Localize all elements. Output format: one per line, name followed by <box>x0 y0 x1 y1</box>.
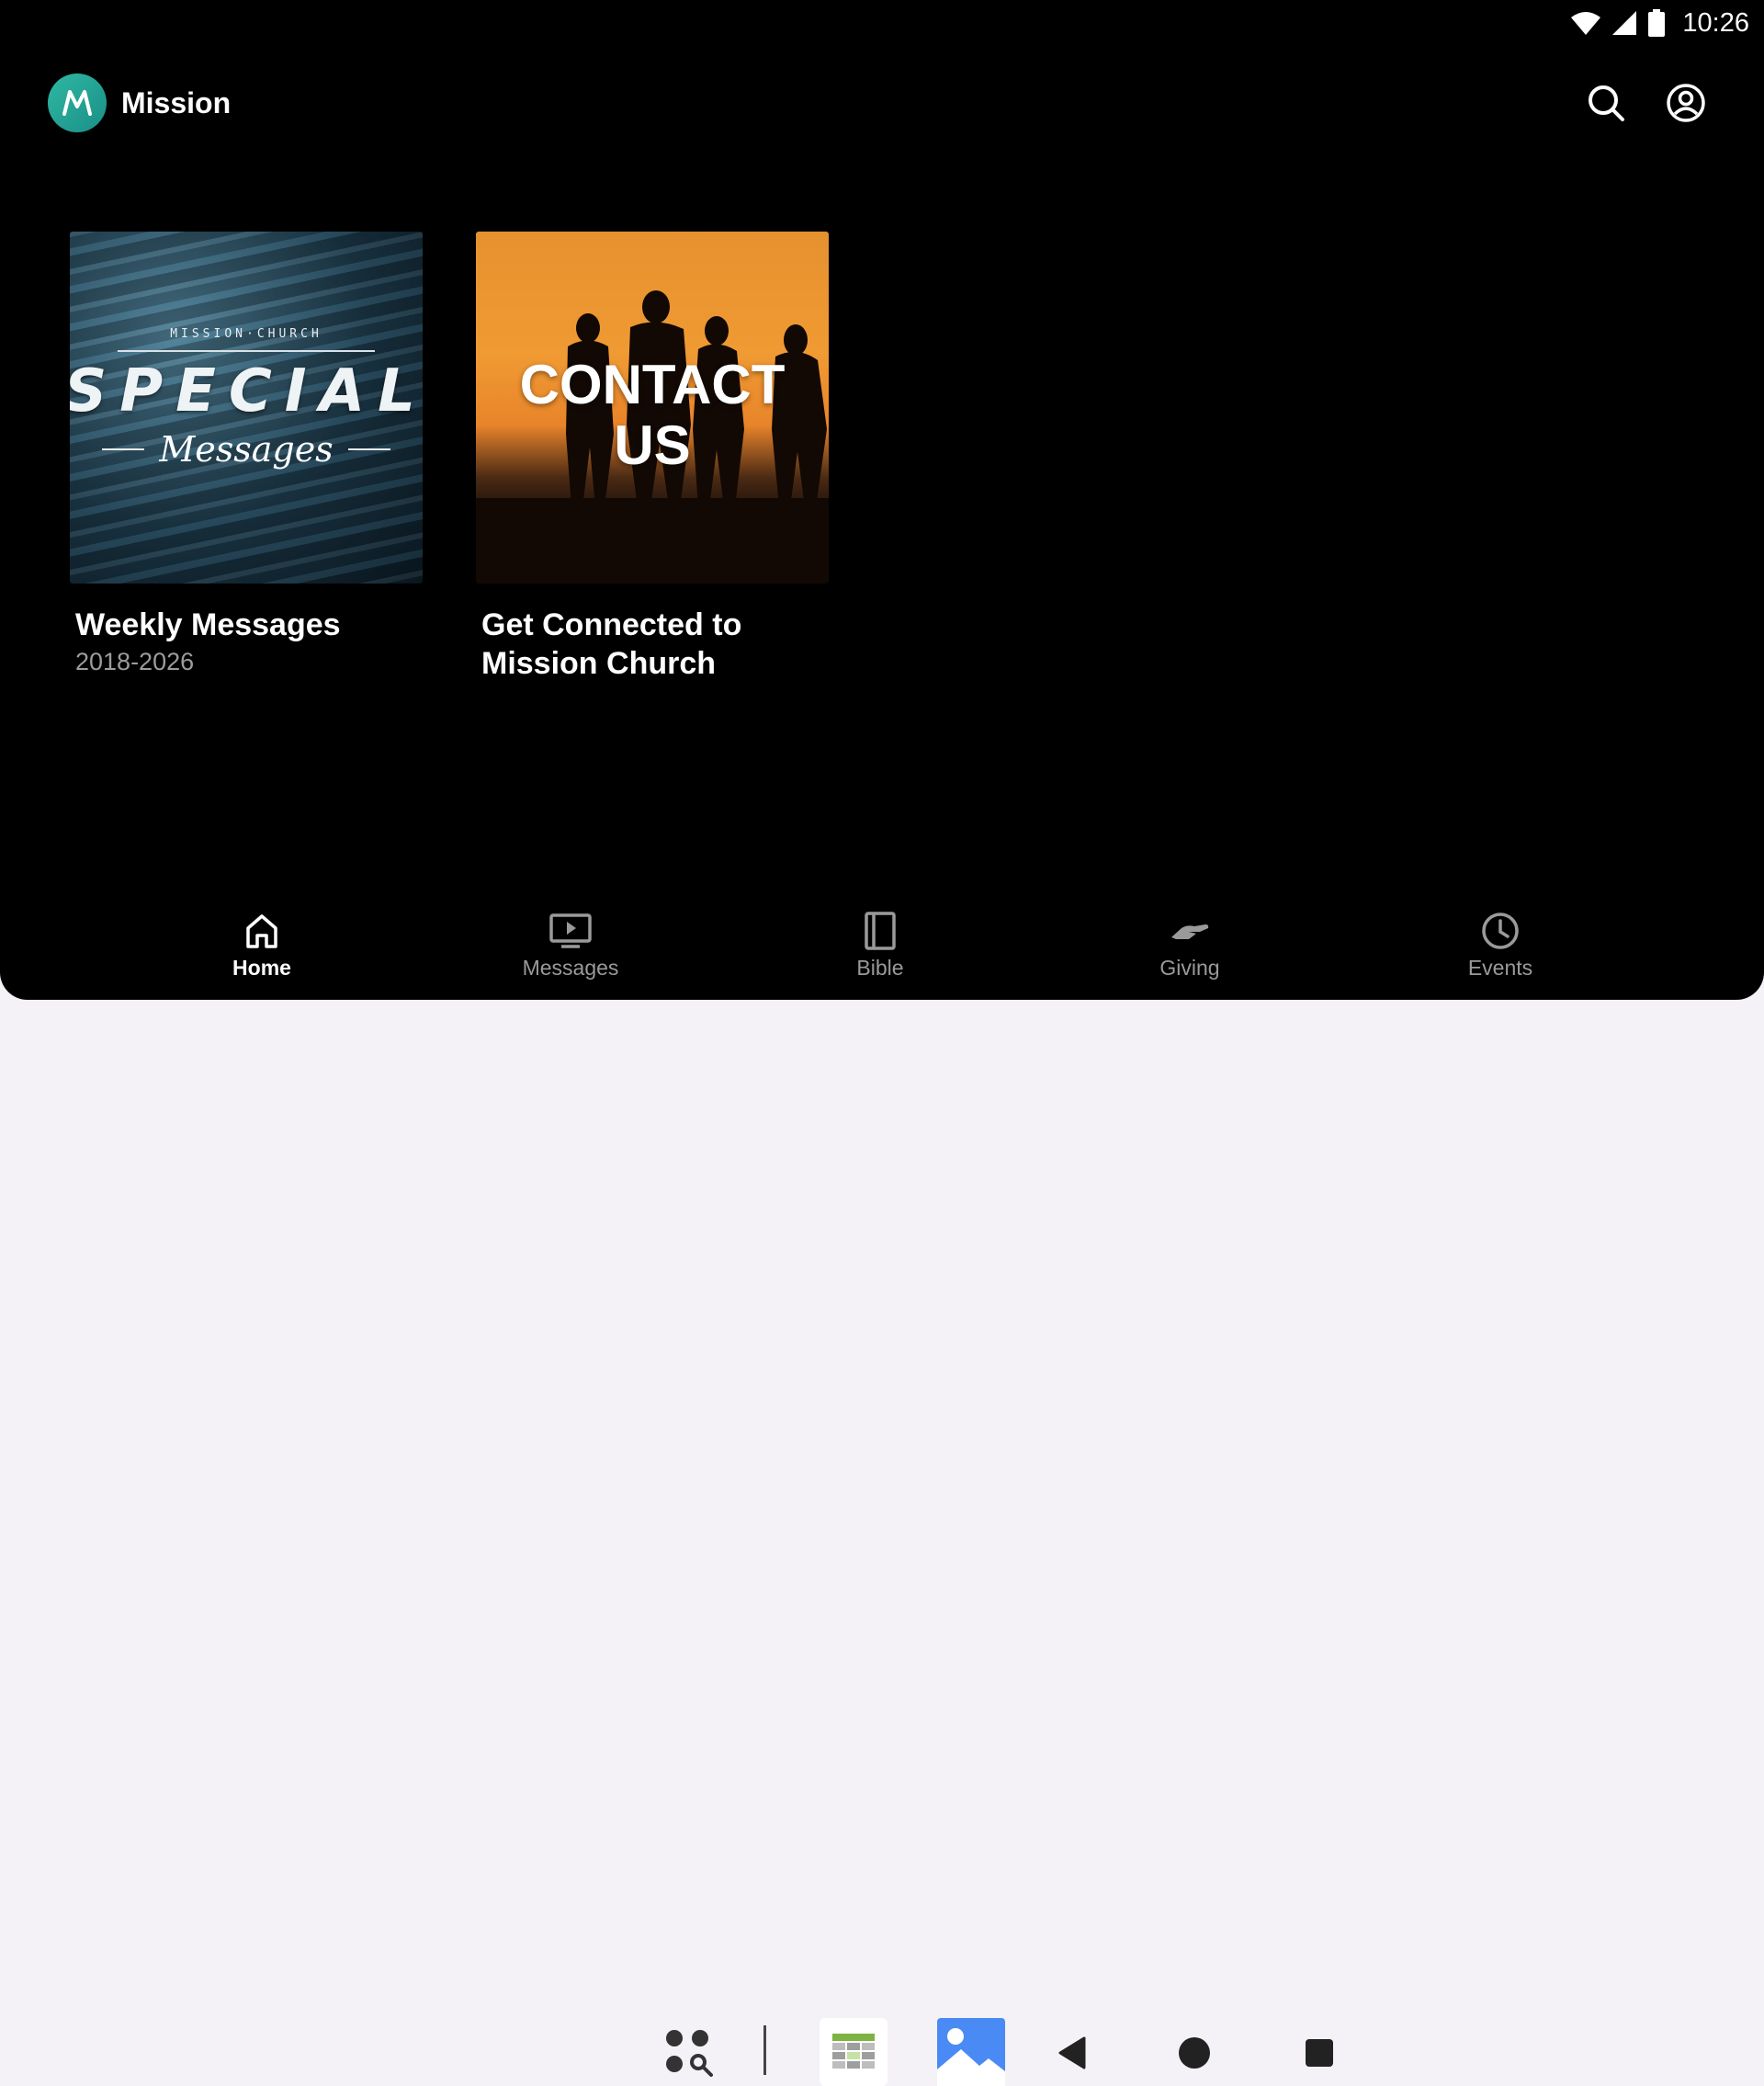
nav-home[interactable]: Home <box>170 910 354 992</box>
nav-label: Home <box>232 956 291 980</box>
account-circle-icon <box>1667 84 1705 122</box>
card-title: Weekly Messages <box>75 607 341 642</box>
photos-app-button[interactable] <box>937 2018 1005 2086</box>
contact-us-artwork: CONTACT US <box>476 232 829 584</box>
card-subtitle: 2018-2026 <box>75 648 195 675</box>
photos-app-icon <box>937 2018 1005 2086</box>
weekly-messages-artwork: MISSION·CHURCH SPECIAL Messages <box>70 232 423 584</box>
calendar-app-button[interactable] <box>820 2018 888 2086</box>
artwork-dash-left <box>102 448 145 450</box>
account-button[interactable] <box>1664 81 1708 125</box>
home-circle-icon <box>1179 2037 1210 2069</box>
signal-icon <box>1612 11 1637 35</box>
hand-giving-icon <box>1171 924 1209 939</box>
system-navigation-bar <box>0 1000 1764 2086</box>
status-time: 10:26 <box>1682 7 1749 38</box>
card-title: Get Connected to Mission Church <box>481 607 742 681</box>
artwork-rule <box>118 350 375 352</box>
app-screen: 10:26 Mission MISSION·CHURCH SPECIAL Mes… <box>0 0 1764 1000</box>
artwork-contact-text: CONTACT US <box>519 354 786 476</box>
calendar-app-icon <box>832 2034 875 2069</box>
artwork-dash-right <box>347 448 390 450</box>
nav-label: Giving <box>1159 956 1220 980</box>
nav-events[interactable]: Events <box>1408 910 1592 992</box>
bottom-navigation: Home Messages Bible Giving Events <box>0 902 1764 1000</box>
tv-play-icon <box>549 913 592 948</box>
artwork-main-text: SPECIAL <box>70 357 423 425</box>
nav-label: Bible <box>856 956 904 980</box>
nav-bible[interactable]: Bible <box>788 910 972 992</box>
artwork-sub-text: Messages <box>159 429 334 470</box>
nav-label: Messages <box>522 956 619 980</box>
back-icon <box>1058 2036 1086 2069</box>
app-title: Mission <box>121 86 232 119</box>
mission-logo-icon <box>62 90 92 116</box>
app-logo <box>48 74 107 132</box>
app-search-button[interactable] <box>662 2025 717 2080</box>
app-search-icon <box>666 2030 713 2077</box>
book-icon <box>865 912 896 950</box>
taskbar-divider <box>763 2025 766 2075</box>
card-contact-us[interactable]: CONTACT US Get Connected to Mission Churc… <box>476 232 829 683</box>
home-icon <box>246 914 277 948</box>
nav-messages[interactable]: Messages <box>479 910 662 992</box>
battery-icon <box>1648 9 1666 37</box>
clock-icon <box>1482 913 1519 949</box>
card-weekly-messages[interactable]: MISSION·CHURCH SPECIAL Messages Weekly M… <box>70 232 423 676</box>
status-bar: 10:26 <box>1570 0 1749 46</box>
home-system-button[interactable] <box>1174 2033 1215 2073</box>
nav-label: Events <box>1467 956 1533 980</box>
search-button[interactable] <box>1584 81 1628 125</box>
search-icon <box>1589 85 1624 121</box>
wifi-icon <box>1571 12 1601 35</box>
nav-giving[interactable]: Giving <box>1098 910 1282 992</box>
recents-button[interactable] <box>1299 2033 1340 2073</box>
back-button[interactable] <box>1052 2033 1092 2073</box>
artwork-kicker: MISSION·CHURCH <box>170 327 322 341</box>
recents-icon <box>1306 2039 1333 2067</box>
